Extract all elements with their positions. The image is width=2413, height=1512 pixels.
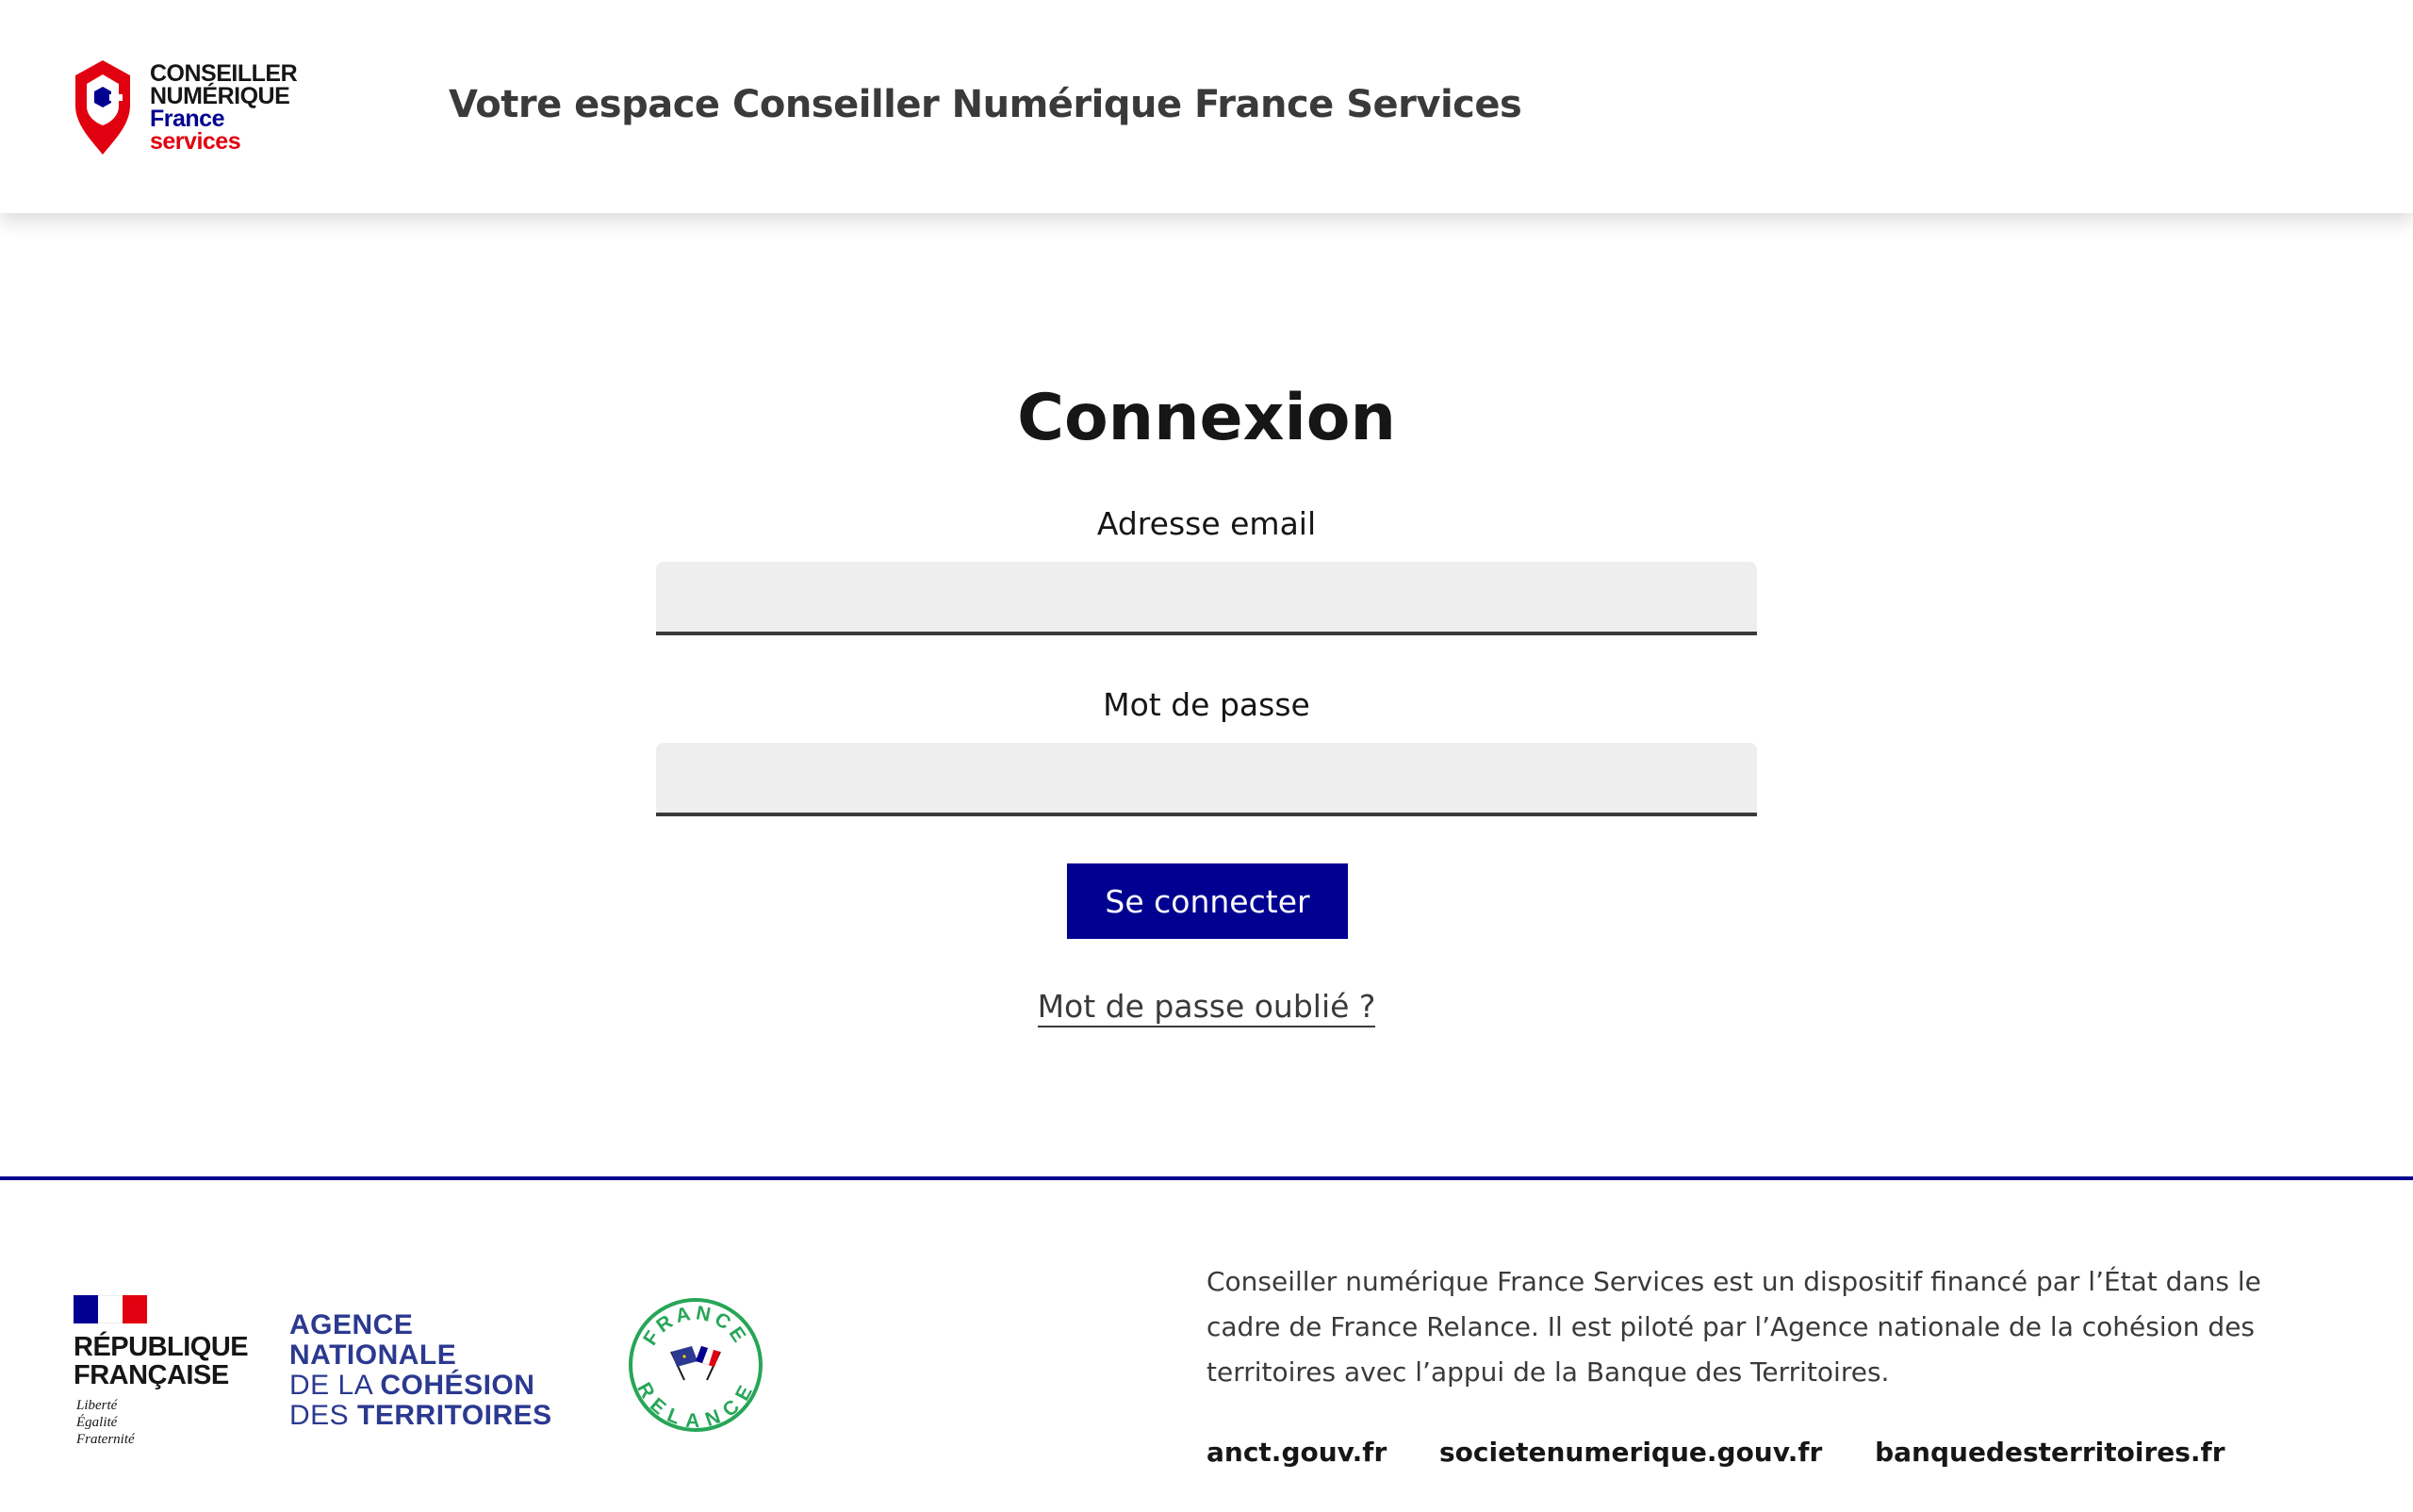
france-relance-logo[interactable]: FRANCE RELANCE [628, 1297, 763, 1433]
footer-link-banque-territoires[interactable]: banquedesterritoires.fr [1875, 1437, 2224, 1468]
page-title: Connexion [1017, 381, 1396, 455]
motto-egalite: Égalité [76, 1415, 118, 1430]
brand-line-1: CONSEILLER [150, 60, 298, 87]
anct-logo[interactable]: AGENCE NATIONALE DE LA COHÉSION DES TERR… [289, 1310, 552, 1431]
anct-line-3-light: DE LA [289, 1370, 381, 1401]
brand-wordmark: CONSEILLER NUMÉRIQUE France services [150, 60, 298, 155]
footer-link-societe-numerique[interactable]: societenumerique.gouv.fr [1439, 1437, 1822, 1468]
republique-motto: Liberté Égalité Fraternité [76, 1397, 135, 1448]
anct-line-2: NATIONALE [289, 1339, 457, 1371]
brand-line-2: NUMÉRIQUE [150, 83, 290, 109]
login-button[interactable]: Se connecter [1067, 863, 1348, 939]
location-pin-logo-icon [75, 60, 130, 155]
anct-line-3: DE LA COHÉSION [289, 1371, 552, 1401]
header-title: Votre espace Conseiller Numérique France… [449, 83, 1522, 126]
republique-name-line-2: FRANÇAISE [74, 1360, 229, 1390]
motto-fraternite: Fraternité [76, 1432, 135, 1447]
forgot-password-container: Mot de passe oublié ? [0, 988, 2413, 1027]
footer-description: Conseiller numérique France Services est… [1206, 1266, 2261, 1388]
anct-line-1: AGENCE [289, 1309, 414, 1340]
motto-liberte: Liberté [76, 1398, 118, 1413]
anct-line-4-bold: TERRITOIRES [357, 1400, 552, 1431]
republique-name: RÉPUBLIQUE FRANÇAISE [74, 1332, 249, 1390]
republique-francaise-logo[interactable]: RÉPUBLIQUE FRANÇAISE Liberté Égalité Fra… [74, 1295, 249, 1455]
footer-links: anct.gouv.fr societenumerique.gouv.fr ba… [1206, 1437, 2269, 1468]
anct-line-4-light: DES [289, 1400, 358, 1431]
anct-line-3-bold: COHÉSION [380, 1370, 535, 1401]
password-field[interactable] [656, 743, 1757, 816]
brand-line-4: services [150, 128, 241, 155]
login-section: Connexion Adresse email Mot de passe Se … [0, 213, 2413, 1178]
anct-line-4: DES TERRITOIRES [289, 1401, 552, 1431]
forgot-password-link[interactable]: Mot de passe oublié ? [1037, 988, 1376, 1027]
site-footer: RÉPUBLIQUE FRANÇAISE Liberté Égalité Fra… [0, 1176, 2413, 1512]
password-label: Mot de passe [1103, 686, 1310, 723]
email-field[interactable] [656, 562, 1757, 635]
email-label: Adresse email [1096, 505, 1317, 542]
site-header: CONSEILLER NUMÉRIQUE France services Vot… [0, 0, 2413, 213]
conseiller-numerique-logo[interactable]: CONSEILLER NUMÉRIQUE France services [74, 58, 300, 158]
brand-line-3: France [150, 106, 224, 132]
footer-link-anct[interactable]: anct.gouv.fr [1206, 1437, 1387, 1468]
french-flag-icon [74, 1295, 147, 1323]
republique-name-line-1: RÉPUBLIQUE [74, 1332, 249, 1362]
